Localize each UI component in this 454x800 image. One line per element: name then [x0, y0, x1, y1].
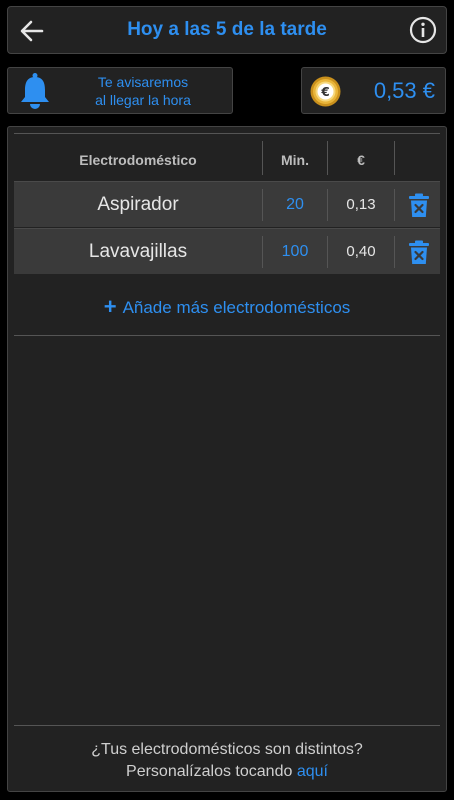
appliance-name: Aspirador — [97, 194, 179, 215]
trash-icon — [409, 240, 429, 264]
customize-link[interactable]: aquí — [297, 763, 328, 780]
delete-button[interactable] — [395, 229, 442, 275]
top-app-bar: Hoy a las 5 de la tarde — [7, 6, 447, 54]
trash-icon — [409, 193, 429, 217]
minutes-value[interactable]: 20 — [263, 182, 327, 228]
total-cost-card: € 0,53 € — [301, 67, 446, 114]
column-divider — [394, 141, 395, 175]
cost-value: 0,40 — [346, 243, 376, 260]
add-appliances-label: Añade más electrodomésticos — [122, 298, 351, 317]
minutes-value[interactable]: 100 — [263, 229, 327, 275]
table-row: Aspirador 20 0,13 — [14, 181, 440, 227]
delete-button[interactable] — [395, 182, 442, 228]
euro-coin-icon: € — [310, 76, 341, 107]
appliances-panel: Electrodoméstico Min. € Aspirador 20 0,1… — [7, 126, 447, 792]
page-title: Hoy a las 5 de la tarde — [127, 19, 327, 40]
column-header-cost: € — [357, 152, 365, 168]
column-header-minutes: Min. — [281, 152, 309, 168]
customize-instruction: Personalízalos tocando aquí — [8, 761, 446, 783]
divider — [14, 335, 440, 336]
divider — [14, 133, 440, 134]
notify-text-line1: Te avisaremos — [97, 74, 189, 90]
notify-text: Te avisaremos al llegar la hora — [58, 73, 228, 109]
bell-icon — [21, 73, 49, 109]
svg-text:€: € — [320, 85, 329, 99]
appliance-name: Lavavajillas — [88, 241, 188, 262]
table-header: Electrodoméstico Min. € — [14, 137, 440, 183]
add-appliances-button[interactable]: + Añade más electrodomésticos — [8, 287, 446, 327]
table-row: Lavavajillas 100 0,40 — [14, 228, 440, 274]
divider — [14, 725, 440, 726]
info-icon[interactable] — [409, 16, 437, 44]
plus-icon: + — [103, 294, 117, 319]
customize-prompt: ¿Tus electrodomésticos son distintos? Pe… — [8, 739, 446, 783]
notify-text-line2: al llegar la hora — [95, 92, 191, 108]
total-cost-value: 0,53 € — [373, 78, 435, 103]
column-header-appliance: Electrodoméstico — [79, 152, 197, 168]
cost-value: 0,13 — [346, 196, 376, 213]
notify-button[interactable]: Te avisaremos al llegar la hora — [7, 67, 233, 114]
customize-question: ¿Tus electrodomésticos son distintos? — [91, 741, 363, 758]
customize-instruction-text: Personalízalos tocando — [126, 763, 293, 780]
